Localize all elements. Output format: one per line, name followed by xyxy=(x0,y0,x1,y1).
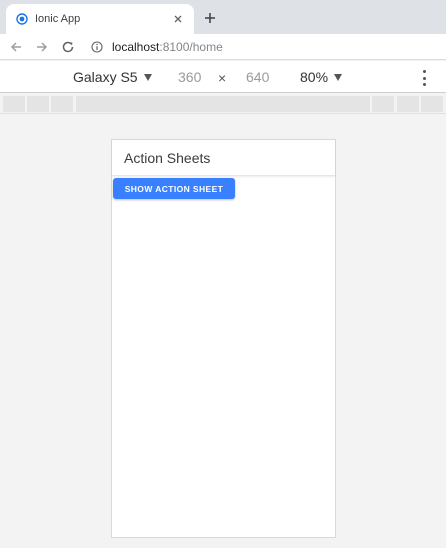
url-host: localhost xyxy=(112,40,160,54)
dropdown-arrow-icon xyxy=(143,73,152,81)
device-viewport: Action Sheets SHOW ACTION SHEET xyxy=(111,139,336,538)
show-action-sheet-button[interactable]: SHOW ACTION SHEET xyxy=(113,178,235,199)
navigation-toolbar: localhost:8100/home xyxy=(0,34,446,60)
browser-tab[interactable]: Ionic App xyxy=(6,4,194,34)
info-icon[interactable] xyxy=(90,40,104,54)
back-arrow-icon[interactable] xyxy=(8,39,24,55)
browser-window: Ionic App localhost:8100/home Galaxy S5 … xyxy=(0,0,446,548)
media-query-segment[interactable] xyxy=(51,96,73,112)
url-text: localhost:8100/home xyxy=(112,40,223,54)
media-query-segment[interactable] xyxy=(76,96,370,112)
device-select[interactable]: Galaxy S5 xyxy=(73,69,152,85)
url-path: :8100/home xyxy=(159,40,223,54)
plus-icon[interactable] xyxy=(202,10,218,26)
dimension-separator: × xyxy=(218,70,227,86)
media-query-segment[interactable] xyxy=(421,96,443,112)
ionic-logo-icon xyxy=(16,13,28,25)
device-name: Galaxy S5 xyxy=(73,69,138,85)
tab-title: Ionic App xyxy=(35,13,81,25)
zoom-value: 80% xyxy=(300,69,329,85)
app-header: Action Sheets xyxy=(112,140,335,176)
media-query-segment[interactable] xyxy=(3,96,25,112)
reload-icon[interactable] xyxy=(60,39,76,55)
tab-strip: Ionic App xyxy=(0,0,446,34)
more-options-icon[interactable] xyxy=(418,68,430,88)
media-query-segment[interactable] xyxy=(397,96,419,112)
media-query-bar xyxy=(0,94,446,114)
height-input[interactable]: 640 xyxy=(246,69,269,85)
zoom-select[interactable]: 80% xyxy=(300,69,343,85)
width-input[interactable]: 360 xyxy=(178,69,201,85)
close-icon[interactable] xyxy=(170,11,186,27)
media-query-segment[interactable] xyxy=(372,96,394,112)
forward-arrow-icon[interactable] xyxy=(34,39,50,55)
media-query-segment[interactable] xyxy=(27,96,49,112)
dropdown-arrow-icon xyxy=(334,73,343,81)
address-bar[interactable]: localhost:8100/home xyxy=(86,37,442,57)
page-title: Action Sheets xyxy=(124,150,211,166)
